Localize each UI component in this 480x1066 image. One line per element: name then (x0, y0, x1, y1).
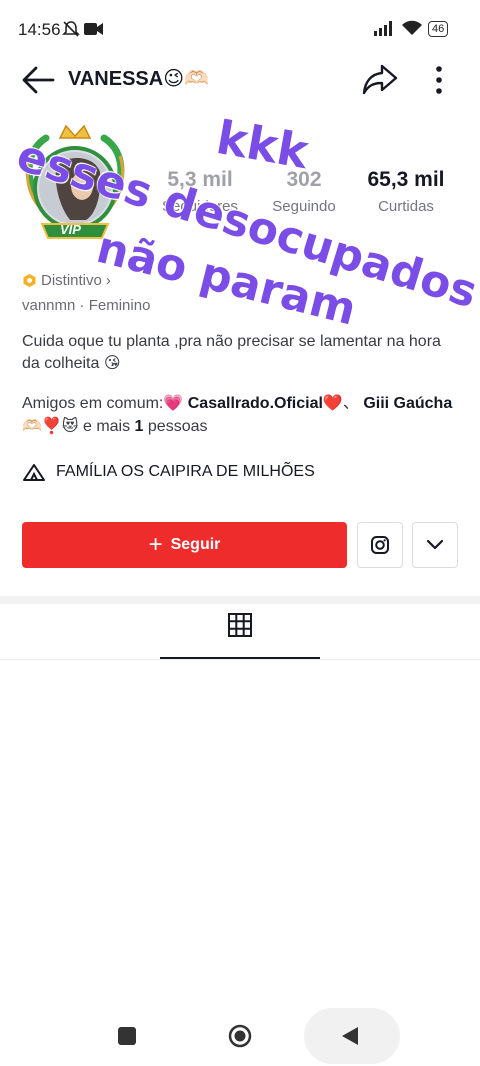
plus-icon: + (148, 531, 163, 558)
nav-recents-button[interactable] (118, 1027, 136, 1045)
back-triangle-icon (342, 1027, 358, 1045)
more-options-button[interactable] (424, 62, 454, 98)
more-vertical-icon (436, 66, 442, 94)
instagram-icon (371, 536, 389, 554)
group-name: FAMÍLIA OS CAIPIRA DE MILHÕES (56, 463, 315, 480)
stat-likes[interactable]: 65,3 mil Curtidas (356, 168, 456, 215)
wifi-icon (401, 20, 423, 41)
username: vannmn (22, 297, 76, 314)
nav-back-button[interactable] (340, 1026, 360, 1051)
instagram-button[interactable] (357, 522, 403, 568)
hexagon-badge-icon (23, 274, 36, 287)
status-time: 14:56 (18, 20, 61, 39)
mutual-friends[interactable]: Amigos em comum:💗 Casallrado.Oficial❤️、 … (22, 392, 462, 438)
gender: Feminino (88, 297, 151, 314)
group-link[interactable]: FAMÍLIA OS CAIPIRA DE MILHÕES (22, 462, 315, 482)
suggestions-dropdown-button[interactable] (412, 522, 458, 568)
friends-more-suffix: pessoas (143, 418, 208, 435)
back-button[interactable] (20, 62, 56, 98)
tab-bar-border (0, 659, 480, 660)
section-divider (0, 596, 480, 604)
likes-count: 65,3 mil (367, 168, 445, 191)
follow-label: Seguir (170, 536, 221, 553)
friend-name[interactable]: Casallrado.Oficial (188, 395, 323, 412)
chevron-down-icon (426, 539, 444, 550)
friends-prefix: Amigos em comum:💗 (22, 395, 184, 412)
nav-home-button[interactable] (228, 1024, 252, 1048)
badge-label: Distintivo (41, 272, 102, 289)
grid-icon (228, 613, 252, 637)
distinctive-badge-link[interactable]: Distintivo › (22, 272, 111, 289)
battery-indicator: 46 (428, 21, 449, 37)
active-tab-indicator (160, 657, 320, 659)
share-arrow-icon (362, 64, 398, 95)
mute-icon (62, 20, 80, 43)
tab-videos-grid[interactable] (160, 612, 320, 658)
tent-icon (23, 464, 45, 481)
meta-separator: · (79, 297, 89, 314)
likes-label: Curtidas (378, 198, 434, 215)
vip-badge: VIP (60, 222, 81, 237)
video-icon (84, 22, 104, 41)
home-circle-icon (228, 1024, 252, 1048)
profile-title: VANESSA😉🫶🏻 (68, 68, 209, 90)
share-button[interactable] (360, 60, 400, 100)
friends-emoji: 🫶🏻❣️😻 (22, 418, 79, 435)
friend-suffix: ❤️、 (322, 395, 359, 412)
back-arrow-icon (22, 66, 55, 94)
friends-more-prefix: e mais (78, 418, 135, 435)
follow-button[interactable]: + Seguir (22, 522, 347, 568)
signal-icon (374, 21, 396, 41)
friend-name[interactable]: Giii Gaúcha (363, 395, 452, 412)
profile-meta: vannmn · Feminino (22, 297, 150, 314)
bio-text: Cuida oque tu planta ,pra não precisar s… (22, 333, 441, 372)
